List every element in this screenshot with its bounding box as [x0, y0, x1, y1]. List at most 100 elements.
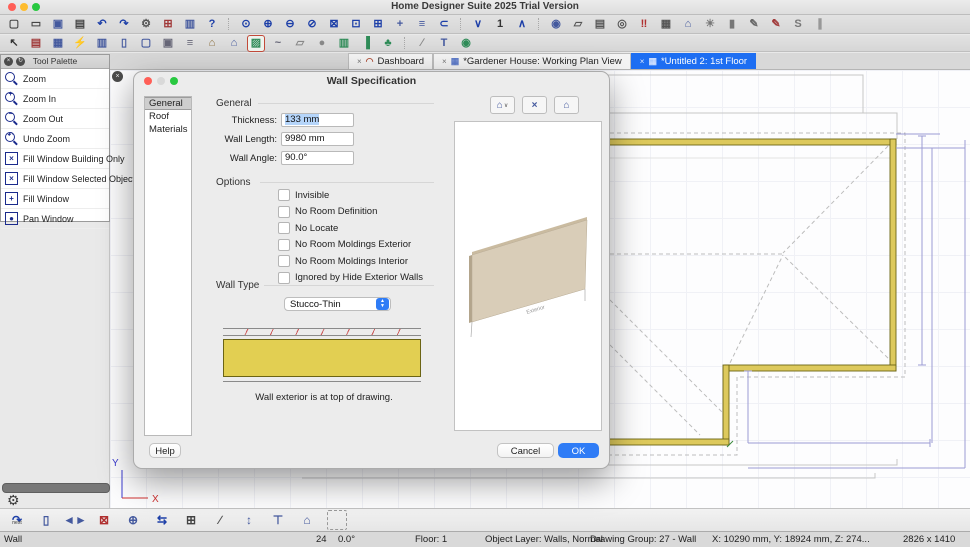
checkbox-no-locate[interactable]: No Locate [278, 222, 423, 234]
adjust-material-icon[interactable]: ✎ [768, 17, 784, 32]
thickness-input[interactable]: 133 mm [281, 113, 354, 127]
checkbox-no-room-definition[interactable]: No Room Definition [278, 206, 423, 218]
materials-doc-icon[interactable]: ▤ [28, 36, 44, 51]
eyedropper-icon[interactable]: ✎ [746, 17, 762, 32]
preview-camera-angle-button[interactable]: ⌂∨ [490, 96, 515, 114]
gear-icon[interactable]: ⚙ [7, 492, 20, 509]
wall-angle-input[interactable]: 90.0° [281, 151, 354, 165]
tab-close-icon[interactable]: × [357, 57, 362, 66]
dialog-nav-materials[interactable]: Materials [145, 123, 191, 136]
wall-type-dropdown[interactable]: Stucco-Thin ▲ ▼ [284, 297, 391, 311]
custom-boundary-icon[interactable] [327, 510, 347, 530]
print-icon[interactable]: ▤ [72, 17, 88, 32]
tab-untitled-2[interactable]: × ▦ *Untitled 2: 1st Floor [631, 53, 756, 69]
wall-3d-preview[interactable]: Exterior [454, 121, 602, 431]
redo-icon[interactable]: ↷ [116, 17, 132, 32]
terrain-hatch-icon[interactable]: ▨ [248, 36, 264, 51]
window-tools-icon[interactable]: ▥ [94, 36, 110, 51]
preview-fill-window-button[interactable]: × [522, 96, 547, 114]
measure-tool-icon[interactable]: ∕ [414, 36, 430, 51]
layer-sets-icon[interactable]: ≡ [414, 17, 430, 32]
checkbox-invisible[interactable]: Invisible [278, 189, 423, 201]
save-icon[interactable]: ▣ [50, 17, 66, 32]
delete-object-icon[interactable]: ⊠ [95, 511, 113, 529]
current-floor-label[interactable]: 1 [492, 17, 508, 32]
resize-ends-icon[interactable]: ◄► [66, 511, 84, 529]
palette-item-fill-window-selected-objects[interactable]: × Fill Window Selected Objects [1, 169, 109, 189]
fixture-tools-icon[interactable]: ▣ [160, 36, 176, 51]
rotate-plan-icon[interactable]: ◉ [458, 36, 474, 51]
checkbox-box[interactable] [278, 206, 290, 218]
curve-tool-icon[interactable]: S [790, 17, 806, 32]
spline-tool-icon[interactable]: ~ [270, 36, 286, 51]
cancel-button[interactable]: Cancel [497, 443, 554, 458]
cabinet-tools-icon[interactable]: ▢ [138, 36, 154, 51]
ellipse-tool-icon[interactable]: ● [314, 36, 330, 51]
palette-dock-icon[interactable]: ↻ [16, 57, 25, 66]
door-tools-icon[interactable]: ▯ [116, 36, 132, 51]
snapshot-icon[interactable]: ▤ [592, 17, 608, 32]
tab-close-icon[interactable]: × [640, 57, 645, 66]
copy-object-icon[interactable]: ⊞ [182, 511, 200, 529]
home-view-icon[interactable]: ⌂ [680, 17, 696, 32]
break-line-icon[interactable]: ∕ [211, 511, 229, 529]
checkbox-ignored-by-hide-exterior-walls[interactable]: Ignored by Hide Exterior Walls [278, 272, 423, 284]
center-object-icon[interactable]: ⇆ [153, 511, 171, 529]
exterior-fixture-icon[interactable]: ⌂ [226, 36, 242, 51]
next-command-icon[interactable]: ↷next [8, 511, 26, 529]
doorway-tool-icon[interactable]: ▐ [358, 36, 374, 51]
spray-material-icon[interactable]: ▮ [724, 17, 740, 32]
floor-up-icon[interactable]: ∧ [514, 17, 530, 32]
reference-display-icon[interactable]: ⊂ [436, 17, 452, 32]
roof-options-icon[interactable]: ⌂ [298, 511, 316, 529]
plant-tool-icon[interactable]: ♣ [380, 36, 396, 51]
checkbox-box[interactable] [278, 189, 290, 201]
wall-length-input[interactable]: 9980 mm [281, 132, 354, 146]
fill-window-building-only-icon[interactable]: ⊠ [326, 17, 342, 32]
zoom-icon[interactable]: ⊙ [238, 17, 254, 32]
zoom-in-icon[interactable]: ⊕ [260, 17, 276, 32]
checkbox-box[interactable] [278, 272, 290, 284]
palette-item-pan-window[interactable]: ● Pan Window [1, 209, 109, 229]
select-objects-icon[interactable]: ↖ [6, 36, 22, 51]
dialog-nav-roof[interactable]: Roof [145, 110, 191, 123]
walkthrough-icon[interactable]: ‼ [636, 17, 652, 32]
library-icon[interactable]: ▥ [182, 17, 198, 32]
undo-icon[interactable]: ↶ [94, 17, 110, 32]
palette-close-icon[interactable]: × [4, 57, 13, 66]
fill-window-icon[interactable]: ⊡ [348, 17, 364, 32]
dollhouse-view-icon[interactable]: ▦ [658, 17, 674, 32]
tab-close-icon[interactable]: × [442, 57, 447, 66]
ok-button[interactable]: OK [558, 443, 599, 458]
palette-item-zoom[interactable]: Zoom [1, 69, 109, 89]
preferences-icon[interactable]: ⊞ [160, 17, 176, 32]
zoom-out-icon[interactable]: ⊖ [282, 17, 298, 32]
pane-close-button[interactable]: × [112, 71, 123, 82]
tab-gardener-house[interactable]: × ▦ *Gardener House: Working Plan View [433, 53, 631, 69]
palette-item-fill-window-building-only[interactable]: × Fill Window Building Only [1, 149, 109, 169]
preview-color-toggle-button[interactable]: ⌂ [554, 96, 579, 114]
dialog-nav-general[interactable]: General [145, 97, 191, 110]
help-icon[interactable]: ? [204, 17, 220, 32]
palette-item-undo-zoom[interactable]: ↶ Undo Zoom [1, 129, 109, 149]
pan-window-icon[interactable]: + [392, 17, 408, 32]
new-file-icon[interactable]: ▢ [6, 17, 22, 32]
stair-tools-icon[interactable]: ≡ [182, 36, 198, 51]
floor-down-icon[interactable]: ∨ [470, 17, 486, 32]
adjust-height-icon[interactable]: ↕ [240, 511, 258, 529]
checkbox-box[interactable] [278, 222, 290, 234]
elevation-view-icon[interactable]: ▱ [570, 17, 586, 32]
open-folder-icon[interactable]: ▭ [28, 17, 44, 32]
tool-palette-header[interactable]: × ↻ Tool Palette [1, 55, 109, 69]
help-button[interactable]: Help [149, 443, 181, 458]
settings-wrench-icon[interactable]: ⚙ [138, 17, 154, 32]
door-open-icon[interactable]: ▯ [37, 511, 55, 529]
palette-item-fill-window[interactable]: + Fill Window [1, 189, 109, 209]
text-tool-icon[interactable]: T [436, 36, 452, 51]
fill-window-selected-icon[interactable]: ⊞ [370, 17, 386, 32]
checkbox-box[interactable] [278, 239, 290, 251]
orbit-mouse-icon[interactable]: ◎ [614, 17, 630, 32]
sun-light-icon[interactable]: ☀ [702, 17, 718, 32]
hatch-tool-icon[interactable]: ∥ [812, 17, 828, 32]
checkbox-box[interactable] [278, 255, 290, 267]
